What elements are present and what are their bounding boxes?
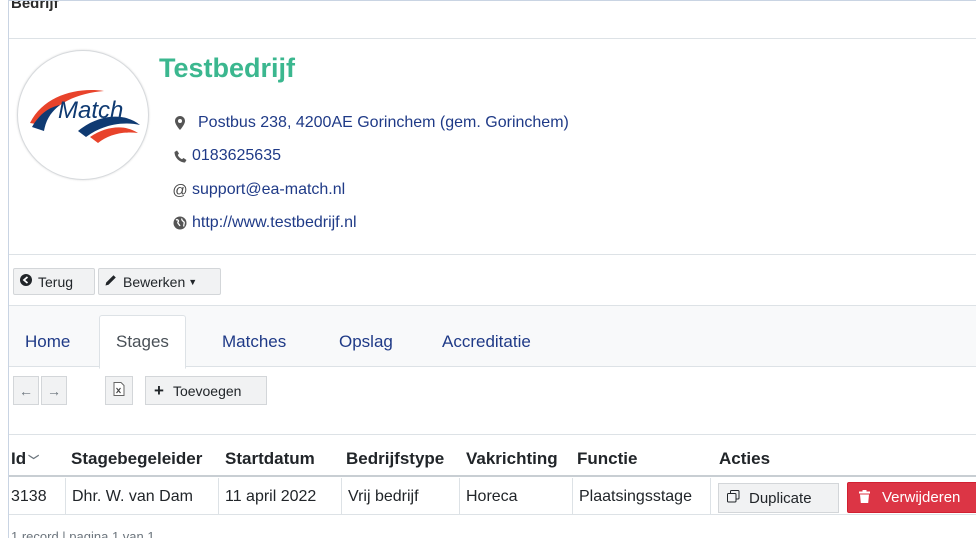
- delete-label: Verwijderen: [882, 489, 961, 506]
- email-link[interactable]: support@ea-match.nl: [192, 181, 345, 199]
- phone-line: 0183625635: [172, 147, 281, 165]
- divider: [9, 475, 976, 477]
- plus-icon: +: [154, 380, 164, 400]
- divider: [9, 514, 976, 515]
- logo-text: Match: [58, 97, 123, 124]
- arrow-left-icon: ←: [19, 382, 33, 399]
- column-header-stagebegeleider[interactable]: Stagebegeleider: [71, 449, 202, 469]
- arrow-right-icon: →: [47, 382, 61, 399]
- excel-file-icon: [113, 382, 125, 399]
- add-label: Toevoegen: [172, 382, 242, 399]
- tab-bar: Home Stages Matches Opslag Accreditatie: [9, 305, 976, 369]
- delete-button[interactable]: Verwijderen: [847, 482, 976, 513]
- globe-icon: [172, 216, 188, 230]
- address-line: Postbus 238, 4200AE Gorinchem (gem. Gori…: [172, 114, 569, 132]
- edit-dropdown-button[interactable]: Bewerken ▼: [98, 268, 221, 295]
- edit-label: Bewerken: [123, 273, 186, 290]
- pagination-info: 1 record | pagina 1 van 1: [11, 529, 155, 538]
- cell-functie: Plaatsingsstage: [573, 478, 711, 515]
- logo-graphic: Match: [30, 90, 140, 143]
- map-marker-icon: [172, 116, 188, 130]
- copy-icon: [727, 490, 740, 506]
- phone-icon: [172, 150, 188, 163]
- caret-down-icon: ▼: [188, 276, 198, 287]
- cell-id: 3138: [9, 478, 66, 515]
- tab-home[interactable]: Home: [9, 315, 86, 368]
- next-button[interactable]: →: [41, 376, 67, 405]
- company-name: Testbedrijf: [159, 53, 296, 83]
- website-link[interactable]: http://www.testbedrijf.nl: [192, 214, 357, 232]
- column-header-functie[interactable]: Functie: [577, 449, 637, 469]
- company-logo: Match: [17, 50, 149, 180]
- tab-accreditatie[interactable]: Accreditatie: [426, 315, 547, 368]
- website-line: http://www.testbedrijf.nl: [172, 214, 357, 232]
- column-header-acties: Acties: [719, 449, 771, 468]
- company-panel: Bedrijf Match Testbedrijf Postbus 238, 4…: [8, 0, 976, 538]
- export-excel-button[interactable]: [105, 376, 133, 405]
- previous-button[interactable]: ←: [13, 376, 39, 405]
- divider: [9, 434, 976, 435]
- phone-text[interactable]: 0183625635: [192, 147, 281, 165]
- column-header-vakrichting[interactable]: Vakrichting: [466, 449, 558, 469]
- divider: [9, 38, 976, 39]
- tab-stages[interactable]: Stages: [99, 315, 186, 369]
- pencil-icon: [105, 274, 117, 289]
- cell-vakrichting: Horeca: [460, 478, 573, 515]
- email-line: @ support@ea-match.nl: [172, 181, 345, 199]
- tab-opslag[interactable]: Opslag: [323, 315, 409, 368]
- address-text: Postbus 238, 4200AE Gorinchem (gem. Gori…: [198, 114, 569, 131]
- section-title: Bedrijf: [11, 0, 59, 12]
- back-label: Terug: [38, 273, 74, 290]
- divider: [9, 254, 976, 255]
- duplicate-button[interactable]: Duplicate: [718, 483, 839, 513]
- trash-icon: [859, 489, 870, 506]
- at-icon: @: [172, 181, 188, 199]
- column-header-startdatum[interactable]: Startdatum: [225, 449, 315, 469]
- cell-startdatum: 11 april 2022: [219, 478, 342, 515]
- add-button[interactable]: + Toevoegen: [145, 376, 267, 405]
- duplicate-label: Duplicate: [749, 489, 812, 507]
- tab-matches[interactable]: Matches: [206, 315, 302, 368]
- cell-stagebegeleider: Dhr. W. van Dam: [66, 478, 219, 515]
- column-header-id[interactable]: Id ﹀: [11, 449, 39, 469]
- column-header-bedrijfstype[interactable]: Bedrijfstype: [346, 449, 444, 469]
- sort-down-icon: ﹀: [28, 455, 40, 467]
- cell-bedrijfstype: Vrij bedrijf: [342, 478, 460, 515]
- column-header-id-label: Id: [11, 449, 27, 468]
- back-button[interactable]: Terug: [13, 268, 95, 295]
- arrow-left-circle-icon: [20, 274, 32, 289]
